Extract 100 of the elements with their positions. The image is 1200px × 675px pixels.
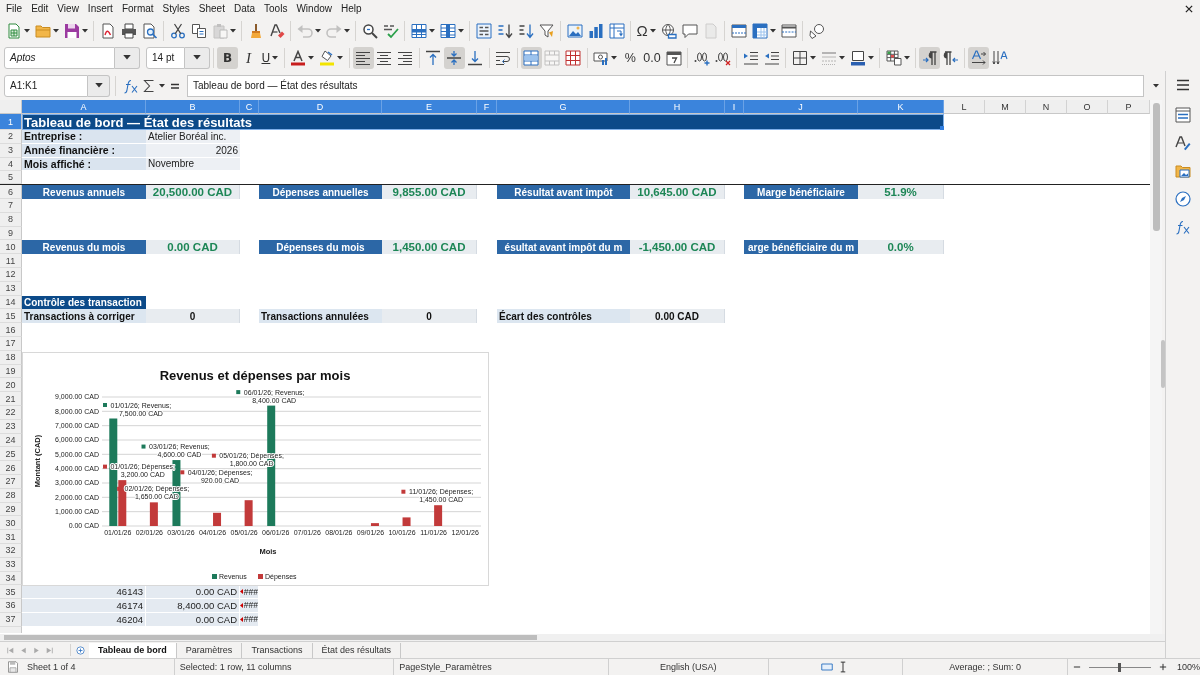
table-rows-icon	[410, 23, 427, 39]
row-header[interactable]: 16	[0, 323, 22, 337]
column-header[interactable]: I	[725, 100, 744, 114]
menu-item[interactable]: Help	[336, 2, 367, 16]
column-header[interactable]: J	[744, 100, 858, 114]
special-character-button[interactable]: Ω	[634, 20, 659, 42]
left-to-right-button[interactable]	[919, 46, 941, 69]
formula-input-field[interactable]: Tableau de bord — État des résultats	[187, 74, 1144, 97]
merge-center-icon	[523, 49, 540, 66]
indent-icon	[742, 49, 759, 66]
bold-button[interactable]: B	[217, 46, 238, 69]
dropdown-button[interactable]	[88, 74, 110, 97]
row-header[interactable]: 31	[0, 530, 22, 544]
row-header[interactable]: 15	[0, 309, 22, 324]
name-box[interactable]: A1:K1	[4, 74, 88, 97]
column-header[interactable]: B	[146, 100, 240, 114]
series-key-icon	[236, 390, 241, 395]
menu-item[interactable]: Data	[229, 2, 260, 16]
column-header[interactable]: K	[858, 100, 944, 114]
font-size-field[interactable]: 14 pt	[146, 46, 185, 69]
vertical-text-icon	[991, 49, 1008, 66]
row-header[interactable]: 11	[0, 254, 22, 268]
caret-icon	[314, 29, 321, 33]
menu-item[interactable]: Insert	[83, 2, 118, 16]
caret-icon	[903, 55, 910, 60]
row-header[interactable]: 36	[0, 599, 22, 613]
column-header[interactable]: A	[22, 100, 146, 114]
row-header[interactable]: 35	[0, 585, 22, 600]
row-header[interactable]: 10	[0, 240, 22, 255]
row-header[interactable]: 21	[0, 392, 22, 406]
menu-item[interactable]: Sheet	[194, 2, 230, 16]
menu-item[interactable]: Tools	[259, 2, 292, 16]
column-header[interactable]: H	[630, 100, 725, 114]
column-header[interactable]: O	[1067, 100, 1108, 114]
sheet-tab[interactable]: État des résultats	[312, 642, 402, 658]
row-header[interactable]: 5	[0, 171, 22, 185]
font-name-field[interactable]: Aptos	[4, 46, 115, 69]
sheet-tab[interactable]: Transactions	[242, 642, 313, 658]
vertical-scrollbar[interactable]	[1150, 100, 1162, 634]
merge-center-button[interactable]	[520, 46, 542, 69]
menu-item[interactable]: Window	[291, 2, 337, 16]
cell-text: ###	[243, 586, 258, 597]
sheet-tab[interactable]: Tableau de bord	[89, 642, 177, 658]
menu-item[interactable]: File	[1, 2, 27, 16]
sort-button[interactable]	[473, 20, 494, 42]
language-text: English (USA)	[659, 662, 717, 672]
selection-mode-icon	[821, 661, 834, 673]
row-header[interactable]: 25	[0, 447, 22, 462]
row-header[interactable]: 6	[0, 185, 22, 199]
sidebar-handle[interactable]	[1161, 340, 1165, 388]
dropdown-button[interactable]	[115, 46, 140, 69]
italic-button[interactable]: I	[238, 46, 259, 69]
row-header[interactable]: 30	[0, 516, 22, 531]
align-middle-button[interactable]	[443, 46, 465, 69]
outdent-icon	[763, 49, 780, 66]
fill-handle[interactable]	[940, 126, 944, 130]
column-header[interactable]: P	[1108, 100, 1150, 114]
cell-text: ###	[243, 600, 258, 611]
column-header[interactable]: C	[240, 100, 259, 114]
caret-icon	[1153, 83, 1159, 88]
pivot-table-icon	[608, 23, 625, 39]
row-header[interactable]: 26	[0, 461, 22, 475]
align-left-button[interactable]	[352, 46, 374, 69]
row-header[interactable]: 20	[0, 378, 22, 393]
funnel-icon	[538, 23, 555, 39]
freeze-button[interactable]	[749, 20, 779, 42]
column-header[interactable]: E	[382, 100, 477, 114]
column-header[interactable]: F	[477, 100, 497, 114]
underline-button[interactable]: U	[259, 46, 281, 69]
compass-icon	[1175, 191, 1191, 207]
row-header[interactable]: 1	[0, 114, 22, 130]
column-header[interactable]: M	[985, 100, 1026, 114]
freeze-table-icon	[751, 23, 768, 39]
add-sheet-button[interactable]	[74, 643, 87, 657]
menu-item[interactable]: View	[52, 2, 84, 16]
column-header[interactable]: L	[944, 100, 985, 114]
column-header[interactable]: G	[497, 100, 630, 114]
row-header[interactable]: 2	[0, 130, 22, 144]
copy-icon	[190, 23, 207, 39]
eraser-icon	[268, 23, 285, 39]
caret-icon	[23, 29, 30, 33]
column-header[interactable]: N	[1026, 100, 1067, 114]
close-button[interactable]	[1184, 4, 1194, 14]
zoom-in-icon	[1157, 662, 1168, 672]
menu-item[interactable]: Styles	[158, 2, 195, 16]
menu-item[interactable]: Edit	[26, 2, 53, 16]
sheet-tab[interactable]: Paramètres	[176, 642, 243, 658]
slider-thumb[interactable]	[1118, 662, 1122, 672]
text-direction-button[interactable]	[968, 46, 990, 69]
percent-button[interactable]: %	[619, 46, 641, 69]
pivot-table-button[interactable]	[606, 20, 627, 42]
caret-icon	[52, 29, 59, 33]
zoom-in-button[interactable]	[1157, 662, 1168, 672]
menu-item[interactable]: Format	[117, 2, 159, 16]
number-button[interactable]: 0.0	[640, 46, 664, 69]
dropdown-button[interactable]	[185, 46, 210, 69]
scrollbar-thumb[interactable]	[1152, 103, 1160, 231]
chart-title: Revenus et dépenses par mois	[159, 368, 351, 383]
column-header[interactable]: D	[259, 100, 382, 114]
page-style-text: PageStyle_Paramètres	[399, 662, 492, 672]
